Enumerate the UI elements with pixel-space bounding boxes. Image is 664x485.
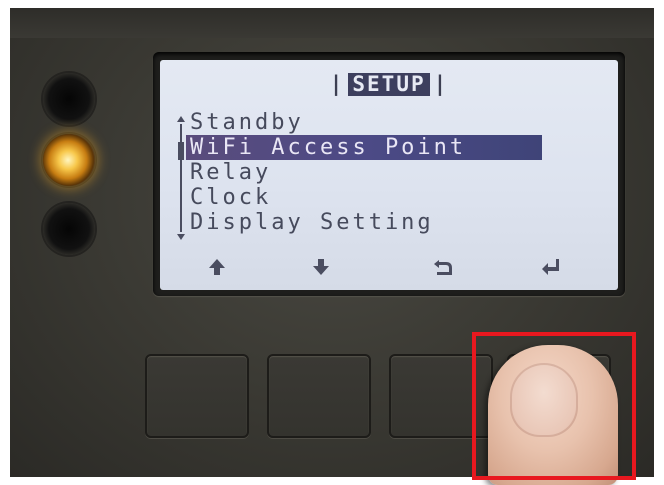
scroll-thumb	[178, 142, 184, 160]
status-led-3	[43, 203, 95, 255]
softkey-labels	[160, 256, 618, 280]
menu-scrollbar	[176, 116, 186, 240]
softkey-button-down[interactable]	[267, 354, 371, 438]
scroll-track	[180, 124, 182, 232]
back-icon	[430, 256, 456, 278]
menu-item-wifi-access-point[interactable]: WiFi Access Point	[186, 135, 542, 160]
screen-title: SETUP	[348, 73, 430, 96]
arrow-down-icon	[308, 256, 334, 278]
lcd-screen: | SETUP | Standby WiFi Access Point Relay …	[160, 60, 618, 290]
menu-item-display-setting[interactable]: Display Setting	[190, 210, 590, 235]
screen-title-row: | SETUP |	[329, 72, 449, 96]
enter-button-highlight	[472, 332, 636, 480]
scroll-down-indicator-icon	[177, 234, 185, 240]
device-top-bezel	[10, 8, 654, 38]
status-led-1	[43, 73, 95, 125]
setup-menu: Standby WiFi Access Point Relay Clock Di…	[186, 110, 590, 235]
menu-item-clock[interactable]: Clock	[190, 185, 590, 210]
softkey-button-up[interactable]	[145, 354, 249, 438]
menu-item-relay[interactable]: Relay	[190, 160, 590, 185]
scroll-up-indicator-icon	[177, 116, 185, 122]
enter-icon	[538, 256, 564, 278]
menu-item-standby[interactable]: Standby	[190, 110, 590, 135]
arrow-up-icon	[204, 256, 230, 278]
status-led-2-lit	[43, 134, 95, 186]
